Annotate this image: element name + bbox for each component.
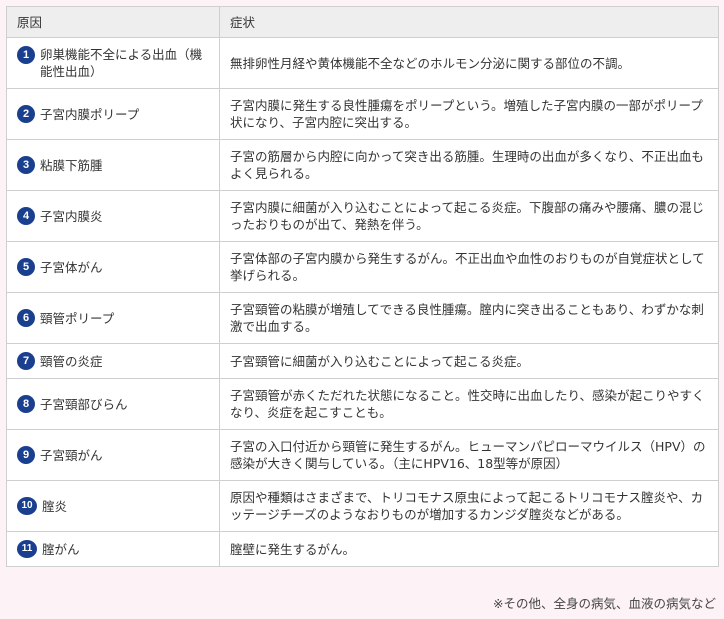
cause-cell: 1 卵巣機能不全による出血（機能性出血） — [6, 37, 220, 89]
cause-cell: 8 子宮頸部びらん — [6, 378, 220, 430]
cause-text: 頸管の炎症 — [40, 353, 103, 369]
symptom-cell: 子宮内膜に細菌が入り込むことによって起こる炎症。下腹部の痛みや腰痛、膿の混じった… — [219, 190, 719, 242]
symptom-cell: 子宮頸管に細菌が入り込むことによって起こる炎症。 — [219, 343, 719, 379]
cause-cell: 9 子宮頸がん — [6, 429, 220, 481]
table-row: 5 子宮体がん 子宮体部の子宮内膜から発生するがん。不正出血や血性のおりものが自覚… — [6, 241, 719, 293]
symptom-cell: 子宮内膜に発生する良性腫瘍をポリープという。増殖した子宮内膜の一部がポリープ状に… — [219, 88, 719, 140]
table-row: 3 粘膜下筋腫 子宮の筋層から内腔に向かって突き出る筋腫。生理時の出血が多くなり、… — [6, 139, 719, 191]
cause-text: 子宮体がん — [40, 259, 103, 275]
cause-cell: 7 頸管の炎症 — [6, 343, 220, 379]
number-badge: 5 — [17, 258, 35, 276]
cause-cell: 11 腟がん — [6, 531, 220, 567]
table-row: 9 子宮頸がん 子宮の入口付近から頸管に発生するがん。ヒューマンパピローマウイルス… — [6, 429, 719, 481]
cause-text: 卵巣機能不全による出血（機能性出血） — [40, 47, 203, 79]
cause-cell: 5 子宮体がん — [6, 241, 220, 293]
cause-text: 頸管ポリープ — [40, 310, 115, 326]
symptom-cell: 子宮頸管が赤くただれた状態になること。性交時に出血したり、感染が起こりやすくなり… — [219, 378, 719, 430]
cause-cell: 4 子宮内膜炎 — [6, 190, 220, 242]
symptom-cell: 子宮体部の子宮内膜から発生するがん。不正出血や血性のおりものが自覚症状として挙げ… — [219, 241, 719, 293]
table-row: 4 子宮内膜炎 子宮内膜に細菌が入り込むことによって起こる炎症。下腹部の痛みや腰痛… — [6, 190, 719, 242]
footnote: ※その他、全身の病気、血液の病気など — [493, 596, 716, 611]
number-badge: 4 — [17, 207, 35, 225]
table-row: 1 卵巣機能不全による出血（機能性出血） 無排卵性月経や黄体機能不全などのホルモン… — [6, 37, 719, 89]
header-symptom: 症状 — [219, 6, 719, 38]
cause-text: 子宮内膜炎 — [40, 208, 103, 224]
number-badge: 2 — [17, 105, 35, 123]
cause-cell: 2 子宮内膜ポリープ — [6, 88, 220, 140]
table-header-row: 原因 症状 — [6, 6, 719, 38]
symptom-cell: 原因や種類はさまざまで、トリコモナス原虫によって起こるトリコモナス腟炎や、カッテ… — [219, 480, 719, 532]
cause-cell: 10 腟炎 — [6, 480, 220, 532]
cause-text: 子宮頸がん — [40, 447, 103, 463]
table-row: 10 腟炎 原因や種類はさまざまで、トリコモナス原虫によって起こるトリコモナス腟炎… — [6, 480, 719, 532]
cause-text: 子宮内膜ポリープ — [40, 106, 140, 122]
number-badge: 1 — [17, 46, 35, 64]
table-row: 7 頸管の炎症 子宮頸管に細菌が入り込むことによって起こる炎症。 — [6, 343, 719, 379]
number-badge: 3 — [17, 156, 35, 174]
number-badge: 8 — [17, 395, 35, 413]
symptom-cell: 腟壁に発生するがん。 — [219, 531, 719, 567]
symptom-cell: 子宮の筋層から内腔に向かって突き出る筋腫。生理時の出血が多くなり、不正出血もよく… — [219, 139, 719, 191]
number-badge: 9 — [17, 446, 35, 464]
header-cause: 原因 — [6, 6, 220, 38]
cause-text: 粘膜下筋腫 — [40, 157, 103, 173]
table-row: 6 頸管ポリープ 子宮頸管の粘膜が増殖してできる良性腫瘍。腟内に突き出ることもあり… — [6, 292, 719, 344]
symptom-cell: 子宮頸管の粘膜が増殖してできる良性腫瘍。腟内に突き出ることもあり、わずかな刺激で… — [219, 292, 719, 344]
number-badge: 10 — [17, 497, 37, 515]
cause-cell: 3 粘膜下筋腫 — [6, 139, 220, 191]
cause-cell: 6 頸管ポリープ — [6, 292, 220, 344]
cause-text: 子宮頸部びらん — [40, 396, 128, 412]
causes-table-container: 原因 症状 1 卵巣機能不全による出血（機能性出血） 無排卵性月経や黄体機能不全な… — [6, 6, 719, 567]
table-row: 2 子宮内膜ポリープ 子宮内膜に発生する良性腫瘍をポリープという。増殖した子宮内膜… — [6, 88, 719, 140]
number-badge: 11 — [17, 540, 37, 558]
cause-text: 腟炎 — [42, 498, 68, 514]
symptom-cell: 子宮の入口付近から頸管に発生するがん。ヒューマンパピローマウイルス（HPV）の感… — [219, 429, 719, 481]
number-badge: 7 — [17, 352, 35, 370]
cause-text: 腟がん — [42, 541, 80, 557]
table-row: 8 子宮頸部びらん 子宮頸管が赤くただれた状態になること。性交時に出血したり、感染… — [6, 378, 719, 430]
symptom-cell: 無排卵性月経や黄体機能不全などのホルモン分泌に関する部位の不調。 — [219, 37, 719, 89]
number-badge: 6 — [17, 309, 35, 327]
causes-table: 原因 症状 1 卵巣機能不全による出血（機能性出血） 無排卵性月経や黄体機能不全な… — [6, 6, 719, 567]
table-row: 11 腟がん 腟壁に発生するがん。 — [6, 531, 719, 567]
